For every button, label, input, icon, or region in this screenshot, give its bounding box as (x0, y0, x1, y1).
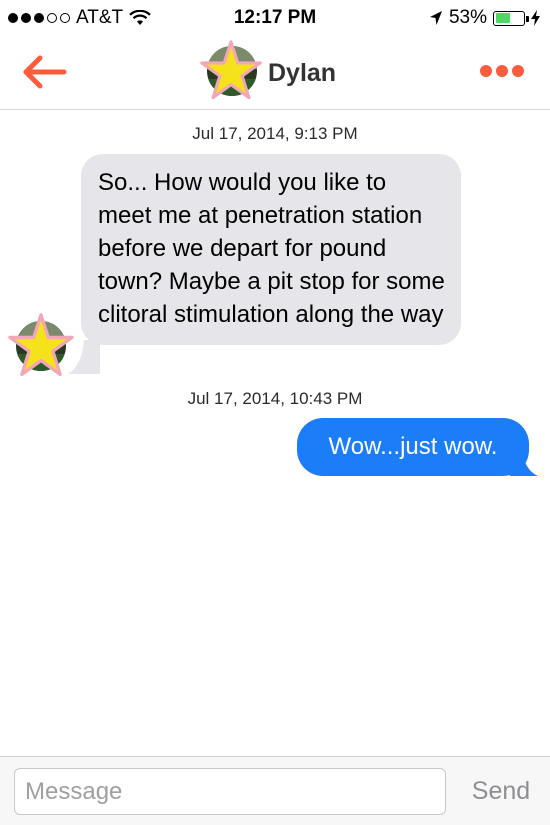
avatar[interactable] (200, 40, 262, 102)
charging-bolt-icon (531, 10, 540, 26)
send-button[interactable]: Send (462, 771, 540, 811)
message-timestamp: Jul 17, 2014, 10:43 PM (187, 389, 363, 408)
location-arrow-icon (429, 11, 442, 25)
status-bar: AT&T 12:17 PM 53% (0, 0, 550, 38)
dot (512, 65, 524, 77)
message-composer: Send (0, 756, 550, 825)
star-sticker-icon (200, 40, 262, 100)
incoming-message-bubble[interactable]: So... How would you like to meet me at p… (81, 154, 461, 345)
outgoing-message-bubble[interactable]: Wow...just wow. (297, 418, 529, 476)
battery-nub (526, 15, 529, 22)
battery-percent: 53% (448, 7, 487, 28)
battery-fill (495, 13, 510, 23)
battery-icon (493, 10, 529, 26)
star-sticker-icon (8, 313, 74, 377)
dot (480, 65, 492, 77)
message-input[interactable] (14, 768, 446, 815)
contact-header[interactable]: Dylan (200, 40, 336, 102)
back-arrow-icon[interactable] (20, 54, 68, 90)
nav-bar: Dylan (0, 38, 550, 110)
status-right: 53% (429, 7, 540, 29)
sender-avatar[interactable] (8, 313, 74, 379)
dot (496, 65, 508, 77)
contact-name: Dylan (268, 58, 337, 87)
message-timestamp: Jul 17, 2014, 9:13 PM (192, 124, 358, 143)
more-dots-icon[interactable] (480, 65, 524, 77)
